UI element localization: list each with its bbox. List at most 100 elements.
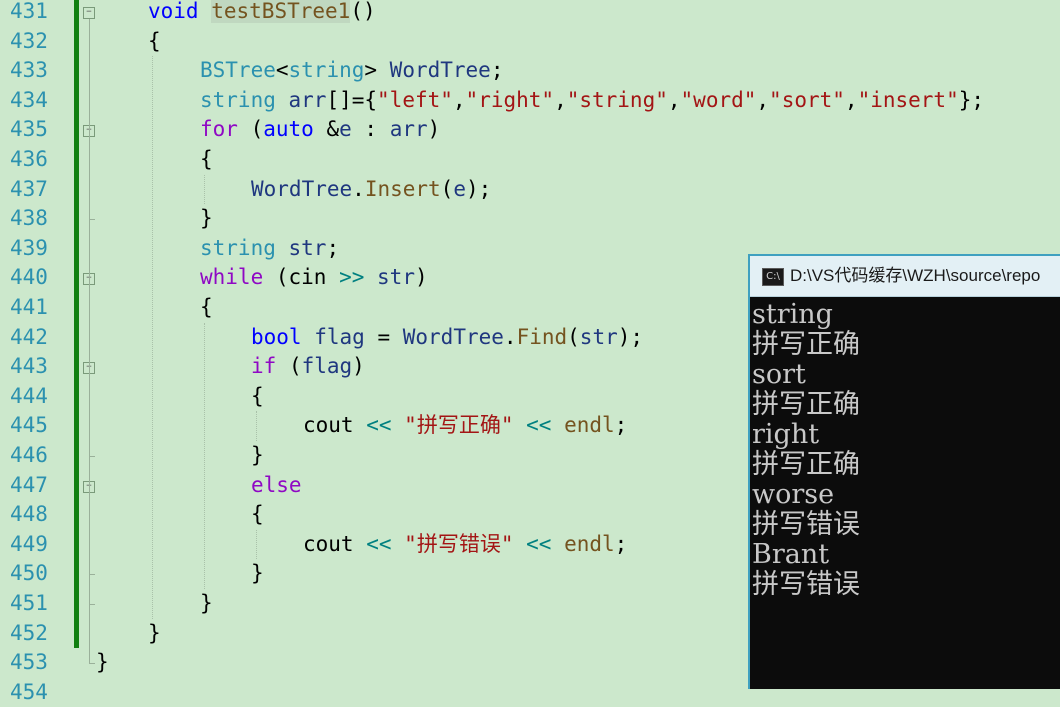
code-token: ; — [326, 235, 340, 260]
code-text: { — [200, 293, 213, 323]
console-output-line: 拼写错误 — [752, 509, 860, 540]
line-number: 445 — [10, 413, 48, 438]
code-token: { — [200, 147, 213, 171]
code-token: >> — [339, 265, 365, 290]
code-token: endl — [564, 413, 615, 438]
code-token: { — [200, 295, 213, 319]
code-token: auto — [263, 117, 314, 142]
console-output-line: sort — [752, 359, 806, 390]
code-token: ( — [440, 176, 454, 201]
line-number: 432 — [10, 28, 48, 53]
code-text: } — [200, 204, 213, 234]
code-line[interactable]: 435 for (auto &e : arr) — [0, 115, 1060, 145]
code-token: for — [200, 117, 238, 142]
indent-guide — [256, 529, 257, 560]
indent-guide — [204, 174, 205, 205]
outline-connector — [89, 374, 90, 456]
code-token: []={ — [326, 87, 378, 112]
line-number: 436 — [10, 147, 48, 171]
code-token: "insert" — [857, 87, 959, 112]
code-token: } — [200, 591, 213, 615]
console-title-bar[interactable]: C:\ D:\VS代码缓存\WZH\source\repo — [750, 256, 1060, 297]
collapse-toggle-icon[interactable]: − — [83, 7, 95, 19]
code-line[interactable]: 433 BSTree<string> WordTree; — [0, 56, 1060, 86]
code-token: "word" — [680, 87, 757, 112]
code-token: > — [364, 58, 390, 83]
code-token: string — [200, 235, 276, 260]
code-line[interactable]: 438} — [0, 204, 1060, 234]
code-text: cout << "拼写错误" << endl; — [303, 530, 627, 560]
code-token: . — [352, 176, 365, 201]
line-number: 437 — [10, 176, 48, 201]
code-token: "拼写错误" — [404, 531, 514, 556]
code-token: , — [554, 87, 567, 112]
code-text: { — [200, 145, 213, 175]
console-window[interactable]: C:\ D:\VS代码缓存\WZH\source\repo string 拼写正确… — [748, 254, 1060, 689]
code-line[interactable]: 434 string arr[]={"left","right","string"… — [0, 86, 1060, 116]
line-number: 453 — [10, 650, 48, 675]
code-token: , — [452, 87, 466, 112]
code-text: bool flag = WordTree.Find(str); — [251, 323, 643, 353]
code-text: if (flag) — [251, 352, 365, 382]
line-number: 447 — [10, 472, 48, 497]
console-output-line: 拼写正确 — [752, 329, 860, 360]
code-token: { — [251, 502, 264, 527]
code-text: } — [96, 648, 109, 678]
code-line[interactable]: 431 void testBSTree1() — [0, 0, 1060, 27]
line-number: 448 — [10, 502, 48, 527]
code-token: } — [148, 620, 161, 645]
code-text: else — [251, 471, 302, 501]
code-token: "right" — [465, 87, 555, 112]
code-token: , — [756, 87, 770, 112]
code-text: string arr[]={"left","right","string","w… — [200, 86, 984, 116]
code-token: arr — [389, 117, 428, 142]
code-token: string — [288, 58, 365, 83]
code-token: void — [148, 0, 199, 23]
code-text: BSTree<string> WordTree; — [200, 56, 503, 86]
code-token: Insert — [364, 176, 441, 201]
code-token: ; — [490, 58, 504, 83]
indent-guide — [152, 56, 153, 619]
code-token: testBSTree1 — [211, 0, 351, 23]
line-number: 440 — [10, 265, 48, 290]
code-line[interactable]: 432 { — [0, 27, 1060, 57]
code-token: . — [503, 324, 517, 349]
code-token: while — [200, 265, 264, 290]
code-line[interactable]: 437 WordTree.Insert(e); — [0, 175, 1060, 205]
code-token: cout — [303, 413, 367, 438]
line-number: 435 — [10, 117, 48, 142]
code-token: : — [351, 117, 390, 142]
console-output-line: 拼写正确 — [752, 449, 860, 480]
code-token: } — [96, 650, 109, 675]
code-text: } — [200, 589, 213, 619]
outline-connector — [89, 492, 90, 575]
code-token: "sort" — [769, 87, 845, 112]
code-token: if — [251, 354, 277, 379]
line-number: 433 — [10, 58, 48, 83]
console-output-line: Brant — [752, 539, 830, 570]
code-token: }; — [958, 87, 985, 112]
console-output-line: 拼写正确 — [752, 389, 860, 420]
line-number: 454 — [10, 679, 48, 704]
code-token: flag — [314, 324, 365, 349]
code-token: ) — [352, 354, 365, 379]
code-token: e — [453, 176, 466, 201]
code-line[interactable]: 436 { — [0, 145, 1060, 175]
code-token: BSTree — [200, 58, 276, 83]
code-token: (cin — [263, 265, 340, 290]
code-text: cout << "拼写正确" << endl; — [303, 411, 627, 441]
code-token: { — [251, 383, 264, 408]
line-number: 439 — [10, 235, 48, 260]
console-output[interactable]: string 拼写正确 sort 拼写正确 right 拼写正确 worse 拼写错误 Bran… — [752, 300, 1060, 600]
code-token: << — [366, 531, 392, 556]
code-token: flag — [301, 354, 353, 379]
line-number: 441 — [10, 295, 48, 319]
indent-guide — [256, 411, 257, 441]
code-token: { — [148, 28, 161, 53]
